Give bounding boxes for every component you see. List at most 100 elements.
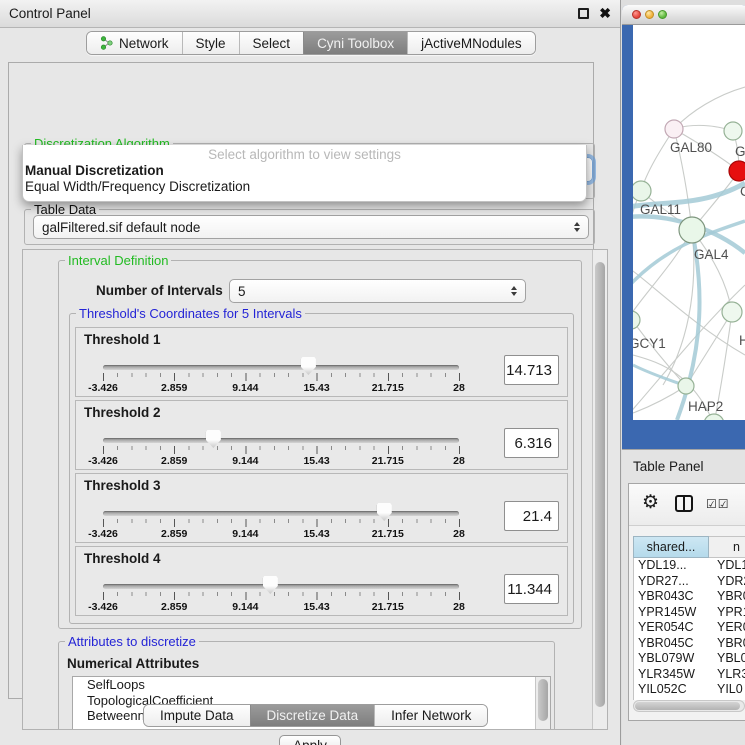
list-item[interactable]: SelfLoops [73, 677, 550, 693]
threshold-1-value-field[interactable]: 14.713 [504, 355, 559, 385]
cell[interactable]: YER054C [634, 620, 710, 636]
tab-impute-data[interactable]: Impute Data [144, 705, 250, 726]
node-gal4[interactable] [679, 217, 705, 243]
scale-label: 9.144 [232, 455, 258, 467]
dropdown-option-equal-width-frequency[interactable]: Equal Width/Frequency Discretization [25, 179, 250, 194]
threshold-2-value-field[interactable]: 6.316 [504, 428, 559, 458]
cell[interactable]: YBR043C [634, 589, 710, 605]
tab-cyni-toolbox[interactable]: Cyni Toolbox [303, 32, 407, 54]
table-row[interactable]: YBR043CYBR0 [634, 589, 745, 605]
table-row[interactable]: YBR045CYBR0 [634, 636, 745, 652]
tab-network[interactable]: Network [87, 32, 182, 54]
scrollbar-thumb[interactable] [538, 679, 548, 721]
dropdown-option-manual-discretization[interactable]: Manual Discretization [25, 163, 164, 178]
split-columns-icon[interactable] [675, 495, 693, 512]
threshold-4-value-field[interactable]: 11.344 [504, 574, 559, 604]
settings-scrollpane: Interval Definition Number of Intervals … [22, 249, 608, 730]
table-row[interactable]: YIL052CYIL0 [634, 682, 745, 698]
network-view-window: GAL80 GA C GAL11 GAL4 GCY1 H HAP2 [622, 5, 745, 449]
gear-icon[interactable]: ⚙ [642, 491, 659, 514]
table-row[interactable]: YDR27...YDR2 [634, 574, 745, 590]
table-row[interactable]: YPR145WYPR1 [634, 605, 745, 621]
cell[interactable]: YLR3 [710, 667, 745, 683]
node-right[interactable] [722, 302, 742, 322]
minimize-traffic-light-icon[interactable] [645, 10, 654, 19]
node-hap2[interactable] [678, 378, 694, 394]
scrollbar-thumb[interactable] [635, 702, 740, 710]
table-horizontal-scrollbar[interactable] [633, 700, 745, 712]
threshold-3-slider-track[interactable] [103, 511, 459, 516]
scale-label: 2.859 [161, 455, 187, 467]
table-row[interactable]: YLR345WYLR3 [634, 667, 745, 683]
node-gal11[interactable] [633, 181, 651, 201]
cell[interactable]: YBR0 [710, 636, 745, 652]
cell[interactable]: YLR345W [634, 667, 710, 683]
tab-jactivemnodules[interactable]: jActiveMNodules [407, 32, 535, 54]
table-data-combobox[interactable]: galFiltered.sif default node [33, 215, 589, 239]
cell[interactable]: YDR27... [634, 574, 710, 590]
tab-infer-network[interactable]: Infer Network [374, 705, 487, 726]
tab-style[interactable]: Style [182, 32, 239, 54]
scale-label: -3.426 [88, 455, 118, 467]
scale-label: 28 [453, 601, 465, 613]
column-header-shared-name[interactable]: shared... [633, 536, 709, 558]
table-row[interactable]: YDL19...YDL1 [634, 558, 745, 574]
apply-button[interactable]: Apply [279, 735, 341, 745]
number-of-intervals-combobox[interactable]: 5 [229, 279, 526, 303]
cell[interactable]: YDR2 [710, 574, 745, 590]
scale-label: 15.43 [303, 528, 329, 540]
table-row[interactable]: YER054CYER0 [634, 620, 745, 636]
settings-scrollbar[interactable] [592, 250, 607, 729]
close-traffic-light-icon[interactable] [632, 10, 641, 19]
cell[interactable]: YIL052C [634, 682, 710, 698]
node-gal80[interactable] [665, 120, 683, 138]
number-of-intervals-value: 5 [238, 284, 246, 299]
node-gcy1[interactable] [633, 311, 640, 329]
table-panel-title: Table Panel [633, 459, 704, 474]
cell[interactable]: YPR1 [710, 605, 745, 621]
network-canvas[interactable]: GAL80 GA C GAL11 GAL4 GCY1 H HAP2 [633, 25, 745, 420]
tab-select[interactable]: Select [239, 32, 304, 54]
algorithm-dropdown-popup: Select algorithm to view settings Manual… [22, 145, 587, 202]
node-label-gal4: GAL4 [694, 247, 729, 262]
threshold-3-label: Threshold 3 [84, 478, 161, 493]
table-row[interactable]: YBL079WYBL0 [634, 651, 745, 667]
scale-label: 9.144 [232, 528, 258, 540]
network-tab-icon [100, 36, 114, 50]
select-columns-checkboxes-icon[interactable]: ☑☑ [706, 497, 730, 511]
node-label-c-partial: C [740, 184, 745, 199]
threshold-1-slider-track[interactable] [103, 365, 459, 370]
scale-label: 2.859 [161, 601, 187, 613]
cell[interactable]: YBR045C [634, 636, 710, 652]
column-header-name[interactable]: n [709, 536, 745, 558]
node-selected-red[interactable] [729, 161, 745, 181]
threshold-3-value-field[interactable]: 21.4 [504, 501, 559, 531]
cell[interactable]: YBL0 [710, 651, 745, 667]
cell[interactable]: YDL1 [710, 558, 745, 574]
threshold-4-panel: Threshold 4 -3.426 2.859 9.144 15.43 21.… [75, 546, 568, 616]
scale-label: 15.43 [303, 601, 329, 613]
close-icon[interactable]: ✖ [599, 5, 611, 22]
cell[interactable]: YBL079W [634, 651, 710, 667]
cell[interactable]: YBR0 [710, 589, 745, 605]
float-window-icon[interactable] [578, 8, 589, 19]
threshold-2-slider-track[interactable] [103, 438, 459, 443]
node-top-right[interactable] [724, 122, 742, 140]
control-panel-tabs: Network Style Select Cyni Toolbox jActiv… [86, 31, 536, 55]
tab-discretize-data[interactable]: Discretize Data [250, 705, 375, 726]
attributes-list-scrollbar[interactable] [535, 677, 550, 730]
scrollbar-thumb[interactable] [595, 262, 605, 707]
cell[interactable]: YPR145W [634, 605, 710, 621]
cell[interactable]: YDL19... [634, 558, 710, 574]
table-toolbar: ⚙ ☑☑ [629, 484, 745, 526]
node-bottom-partial[interactable] [704, 414, 724, 420]
node-label-h-partial: H [739, 333, 745, 348]
threshold-2-tick-marks [103, 446, 460, 454]
node-label-ga-partial: GA [735, 144, 745, 159]
interval-definition-group: Interval Definition Number of Intervals … [58, 260, 582, 629]
threshold-4-slider-track[interactable] [103, 584, 459, 589]
cell[interactable]: YER0 [710, 620, 745, 636]
cell[interactable]: YIL0 [710, 682, 745, 698]
zoom-traffic-light-icon[interactable] [658, 10, 667, 19]
threshold-1-panel: Threshold 1 -3.426 2.859 9.144 15.43 21.… [75, 327, 568, 397]
